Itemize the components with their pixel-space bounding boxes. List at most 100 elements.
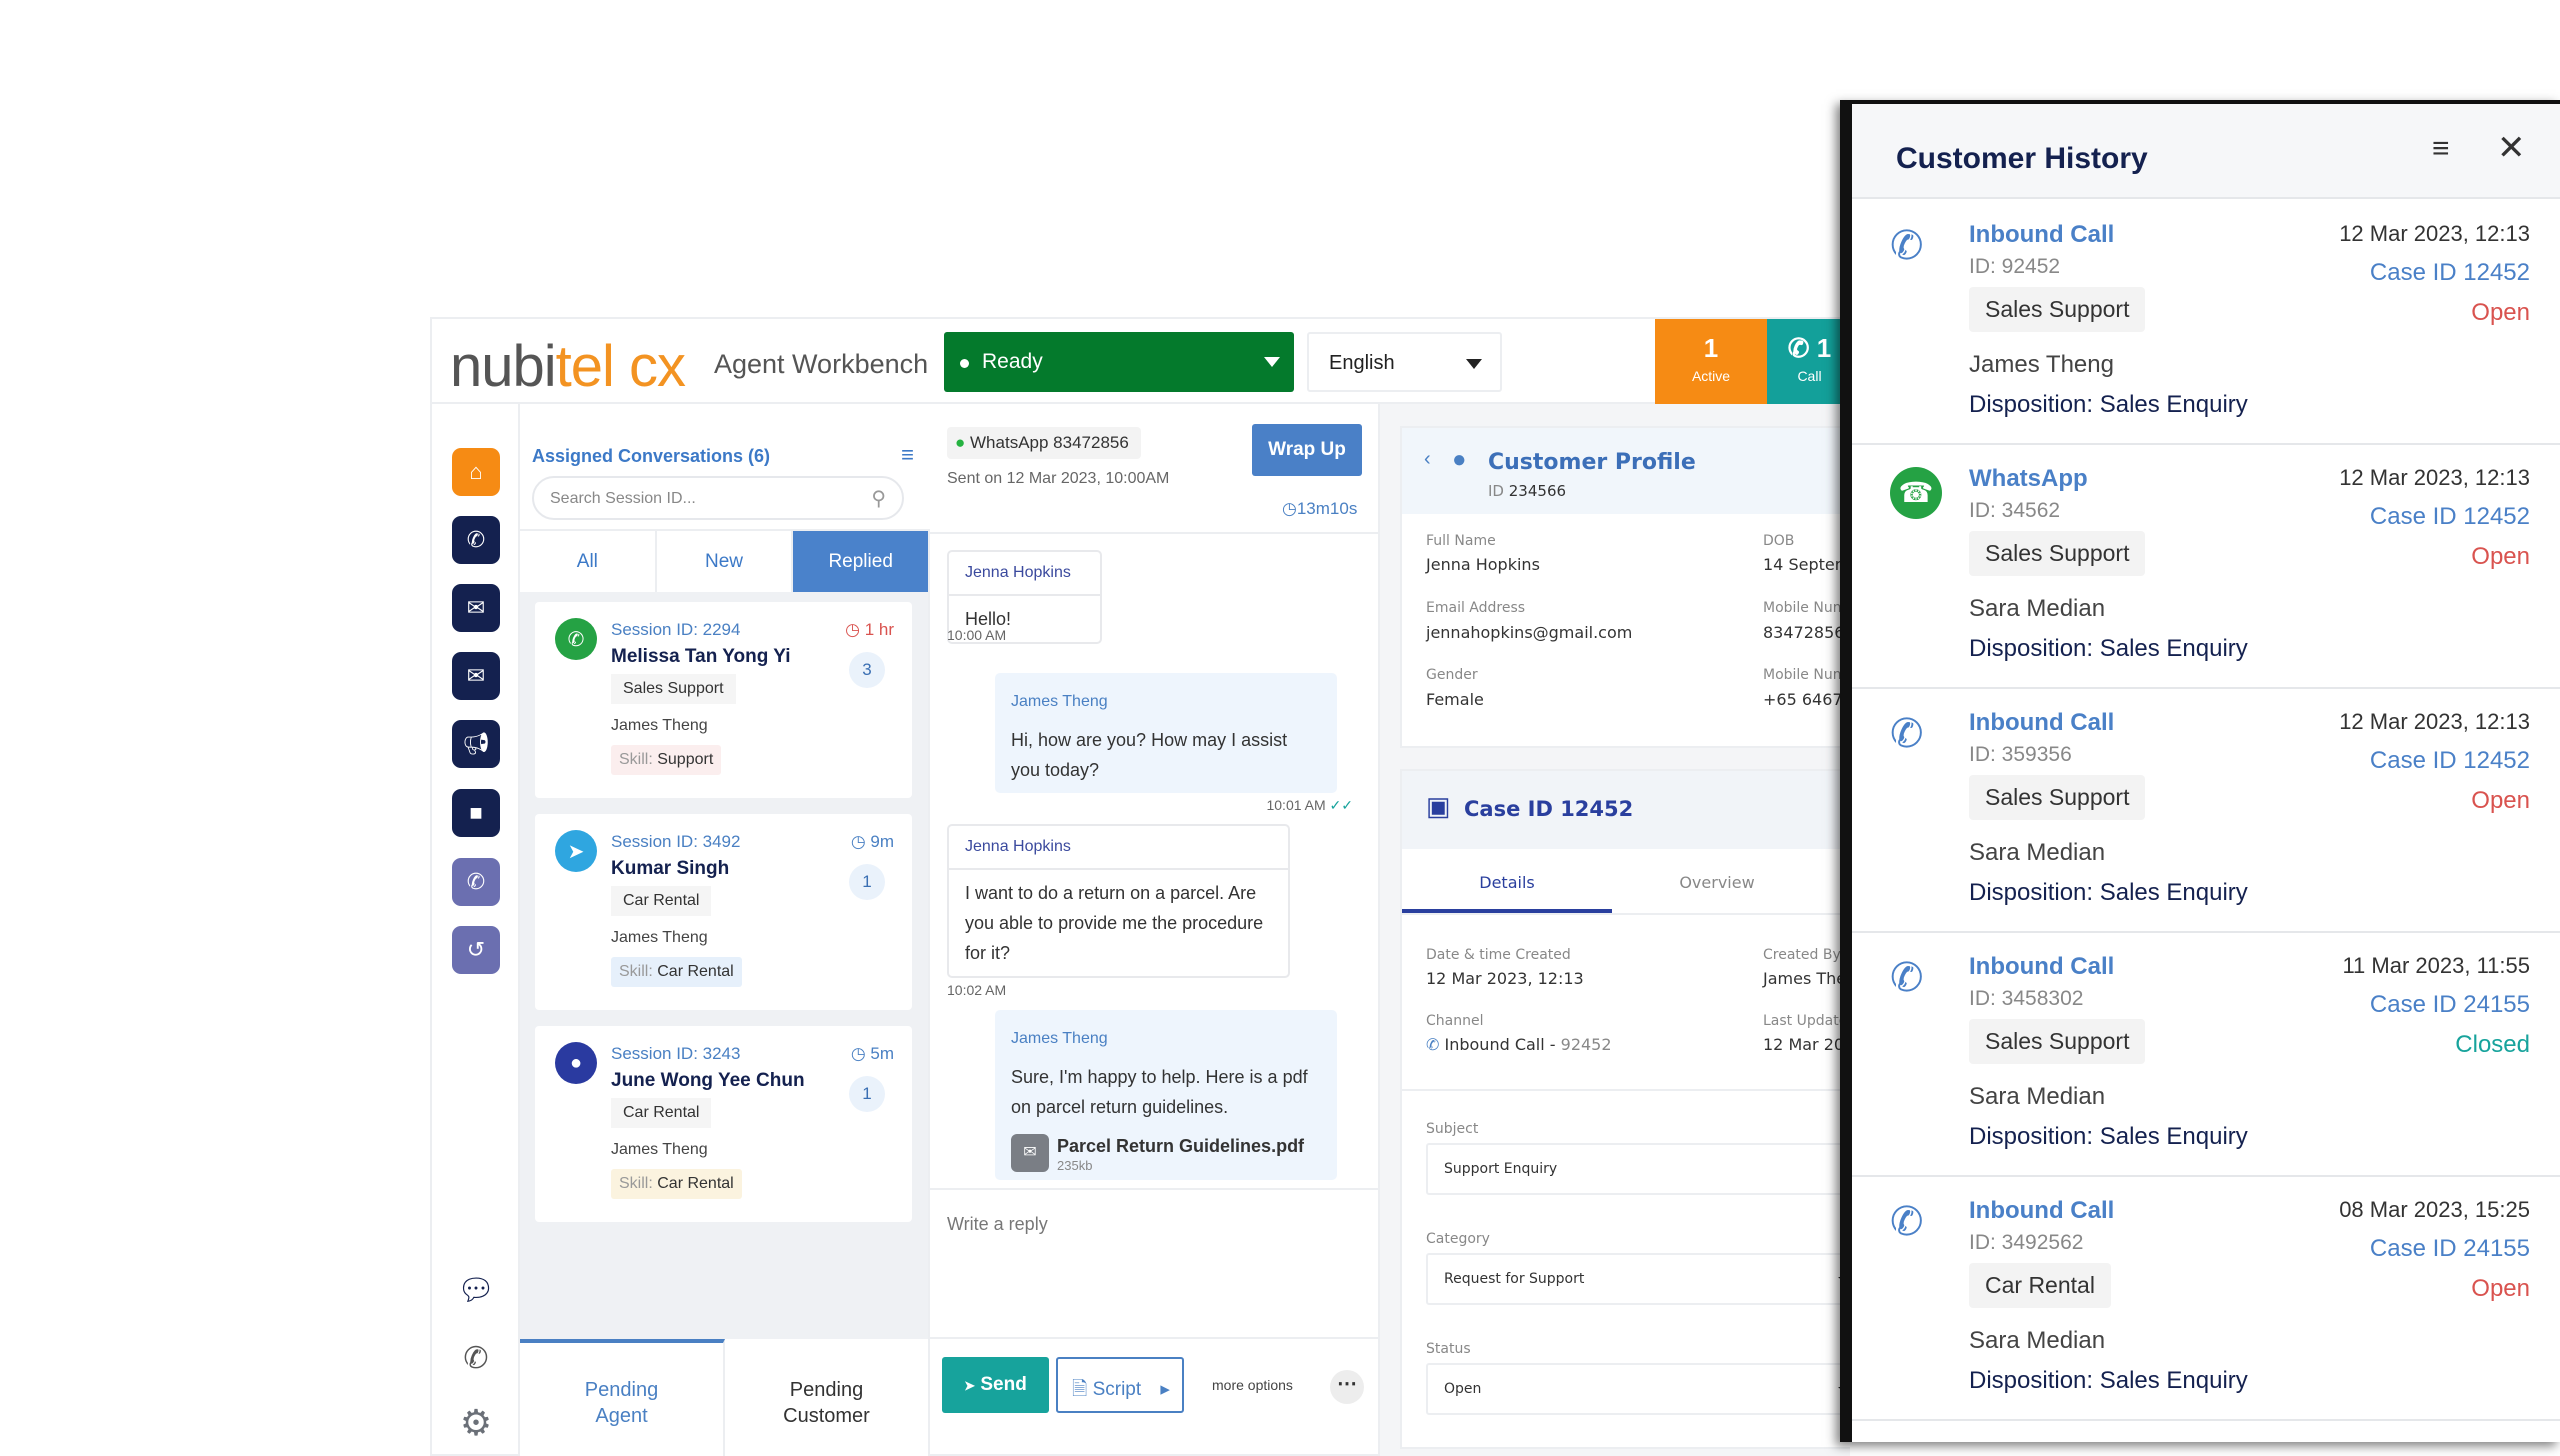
message-sender: Jenna Hopkins xyxy=(949,552,1100,596)
chat-icon[interactable]: ✉︎ xyxy=(452,584,500,632)
history-channel[interactable]: WhatsApp xyxy=(1969,465,2088,493)
time-value: 10:02 AM xyxy=(947,982,1007,998)
case-link[interactable]: Case ID 24155 xyxy=(2370,991,2530,1019)
skill-value: Car Rental xyxy=(657,963,734,980)
gear-icon[interactable]: ⚙ xyxy=(452,1399,500,1447)
agent-name: Sara Median xyxy=(1969,839,2106,866)
clock-icon: ◷ xyxy=(1282,499,1297,518)
unread-count-badge: 1 xyxy=(849,1076,885,1112)
profile-id: ID 234566 xyxy=(1488,482,1567,500)
mobile2-value: +65 64678 xyxy=(1763,690,1850,709)
mail-icon[interactable]: ✉ xyxy=(452,652,500,700)
paperclip-icon: ✉ xyxy=(1011,1134,1049,1172)
close-icon[interactable]: ✕ xyxy=(2497,128,2526,168)
field-label: Mobile Num xyxy=(1763,600,1847,616)
telegram-icon: ➤ xyxy=(555,830,597,872)
home-icon[interactable]: ⌂ xyxy=(452,448,500,496)
wait-time-value: 5m xyxy=(870,1044,894,1063)
search-session-input[interactable]: Search Session ID... ⚲ xyxy=(532,476,904,520)
case-link[interactable]: Case ID 12452 xyxy=(2370,259,2530,287)
tab-pending-customer[interactable]: Pending Customer xyxy=(725,1339,930,1456)
disposition: Disposition: Sales Enquiry xyxy=(1969,879,2248,906)
phone-icon[interactable]: ✆ xyxy=(452,516,500,564)
language-value: English xyxy=(1329,352,1395,374)
case-link[interactable]: Case ID 12452 xyxy=(2370,503,2530,531)
case-tabs: Details Overview xyxy=(1402,849,1850,915)
history-item[interactable]: ☎ WhatsApp ID: 34562 Sales Support Sara Medi… xyxy=(1852,445,2560,689)
skill-value: Support xyxy=(657,751,714,768)
phone-icon: ✆ xyxy=(1426,1035,1440,1054)
chevron-right-icon: ▸ xyxy=(1160,1379,1170,1400)
tab-details[interactable]: Details xyxy=(1402,849,1612,913)
history-id: ID: 3458302 xyxy=(1969,987,2084,1010)
inbound-call-icon: ✆ xyxy=(1890,956,1924,1000)
tab-pending-agent[interactable]: Pending Agent xyxy=(520,1339,725,1456)
conversation-card[interactable]: ➤ Session ID: 3492 Kumar Singh Car Rental Ja… xyxy=(535,814,912,1010)
history-channel[interactable]: Inbound Call xyxy=(1969,1197,2114,1225)
send-button[interactable]: ➤ Send xyxy=(942,1357,1049,1413)
case-card: ▣ Case ID 12452 Details Overview Date & … xyxy=(1400,769,1850,1449)
customer-profile-panel: ‹ ● Customer Profile ID 234566 Full Name… xyxy=(1380,404,1850,1456)
agent-name: James Theng xyxy=(611,929,708,946)
active-count: 1 xyxy=(1703,333,1719,363)
wait-time-value: 9m xyxy=(870,832,894,851)
skill-chip: Skill: Car Rental xyxy=(611,957,742,987)
session-id: Session ID: 2294 xyxy=(611,620,741,639)
status-dropdown[interactable]: Ready xyxy=(944,332,1294,392)
clock-icon: ◷ xyxy=(845,620,865,639)
history-item[interactable]: ✆ Inbound Call ID: 92452 Sales Support James… xyxy=(1852,201,2560,445)
agent-name: Sara Median xyxy=(1969,1327,2106,1354)
more-options-button[interactable]: ⋯ xyxy=(1330,1370,1364,1404)
subject-input[interactable]: Support Enquiry xyxy=(1426,1143,1850,1195)
conversations-notify-icon[interactable]: 💬︎ xyxy=(452,1266,500,1314)
tab-replied[interactable]: Replied xyxy=(793,531,931,592)
conversation-card[interactable]: ● Session ID: 3243 June Wong Yee Chun Car R… xyxy=(535,1026,912,1222)
inbound-call-icon: ✆ xyxy=(1890,1200,1924,1244)
wrap-up-button[interactable]: Wrap Up xyxy=(1252,424,1362,476)
queue-tag: Car Rental xyxy=(1969,1263,2111,1308)
case-status: Open xyxy=(2471,543,2530,570)
case-link[interactable]: Case ID 24155 xyxy=(2370,1235,2530,1263)
case-title: Case ID 12452 xyxy=(1464,797,1634,821)
contact-card-icon[interactable]: ■ xyxy=(452,789,500,837)
call-stats-icon[interactable]: ✆ xyxy=(452,1334,500,1382)
tab-all[interactable]: All xyxy=(520,531,657,592)
history-icon[interactable]: ↺ xyxy=(452,926,500,974)
back-chevron-icon[interactable]: ‹ xyxy=(1424,448,1431,471)
send-icon: ➤ xyxy=(964,1378,976,1393)
wait-time: ◷ 5m xyxy=(851,1044,894,1064)
language-dropdown[interactable]: English xyxy=(1307,332,1502,392)
profile-title: Customer Profile xyxy=(1488,450,1696,475)
script-button[interactable]: 🗎︎ Script ▸ xyxy=(1056,1357,1184,1413)
history-channel[interactable]: Inbound Call xyxy=(1969,709,2114,737)
active-label: Active xyxy=(1691,368,1731,384)
tab-new[interactable]: New xyxy=(657,531,794,592)
history-item[interactable]: ✆ Inbound Call ID: 359356 Sales Support Sara… xyxy=(1852,689,2560,933)
history-item[interactable]: ✆ Inbound Call ID: 3458302 Sales Support Sar… xyxy=(1852,933,2560,1177)
search-placeholder: Search Session ID... xyxy=(550,490,696,507)
history-item[interactable]: ✆ Inbound Call ID: 3492562 Car Rental Sara M… xyxy=(1852,1177,2560,1421)
filter-icon[interactable]: ≡ xyxy=(901,442,914,468)
attachment[interactable]: ✉ Parcel Return Guidelines.pdf 235kb xyxy=(995,1130,1337,1180)
category-select[interactable]: Request for Support xyxy=(1426,1253,1850,1305)
filter-icon[interactable]: ≡ xyxy=(2432,132,2450,166)
whatsapp-icon: ✆ xyxy=(555,618,597,660)
skill-label: Skill: xyxy=(619,963,658,980)
channel-chip: ● WhatsApp 83472856 xyxy=(947,427,1141,459)
status-select[interactable]: Open xyxy=(1426,1363,1850,1415)
history-channel[interactable]: Inbound Call xyxy=(1969,221,2114,249)
message-sender: James Theng xyxy=(1011,1030,1108,1047)
tab-overview[interactable]: Overview xyxy=(1612,849,1822,913)
status-value: Ready xyxy=(982,350,1043,373)
case-link[interactable]: Case ID 12452 xyxy=(2370,747,2530,775)
nubitel-logo: nubitel cx xyxy=(450,334,686,399)
history-channel[interactable]: Inbound Call xyxy=(1969,953,2114,981)
search-icon: ⚲ xyxy=(871,488,886,510)
conversation-card[interactable]: ✆ Session ID: 2294 Melissa Tan Yong Yi Sale… xyxy=(535,602,912,798)
inbound-call-icon: ✆ xyxy=(1890,712,1924,756)
callback-icon[interactable]: ✆ xyxy=(452,858,500,906)
active-counter[interactable]: 1 Active xyxy=(1655,319,1767,404)
customer-name: Kumar Singh xyxy=(611,858,730,879)
megaphone-icon[interactable]: 📢︎ xyxy=(452,720,500,768)
reply-input[interactable]: Write a reply xyxy=(947,1214,1048,1235)
